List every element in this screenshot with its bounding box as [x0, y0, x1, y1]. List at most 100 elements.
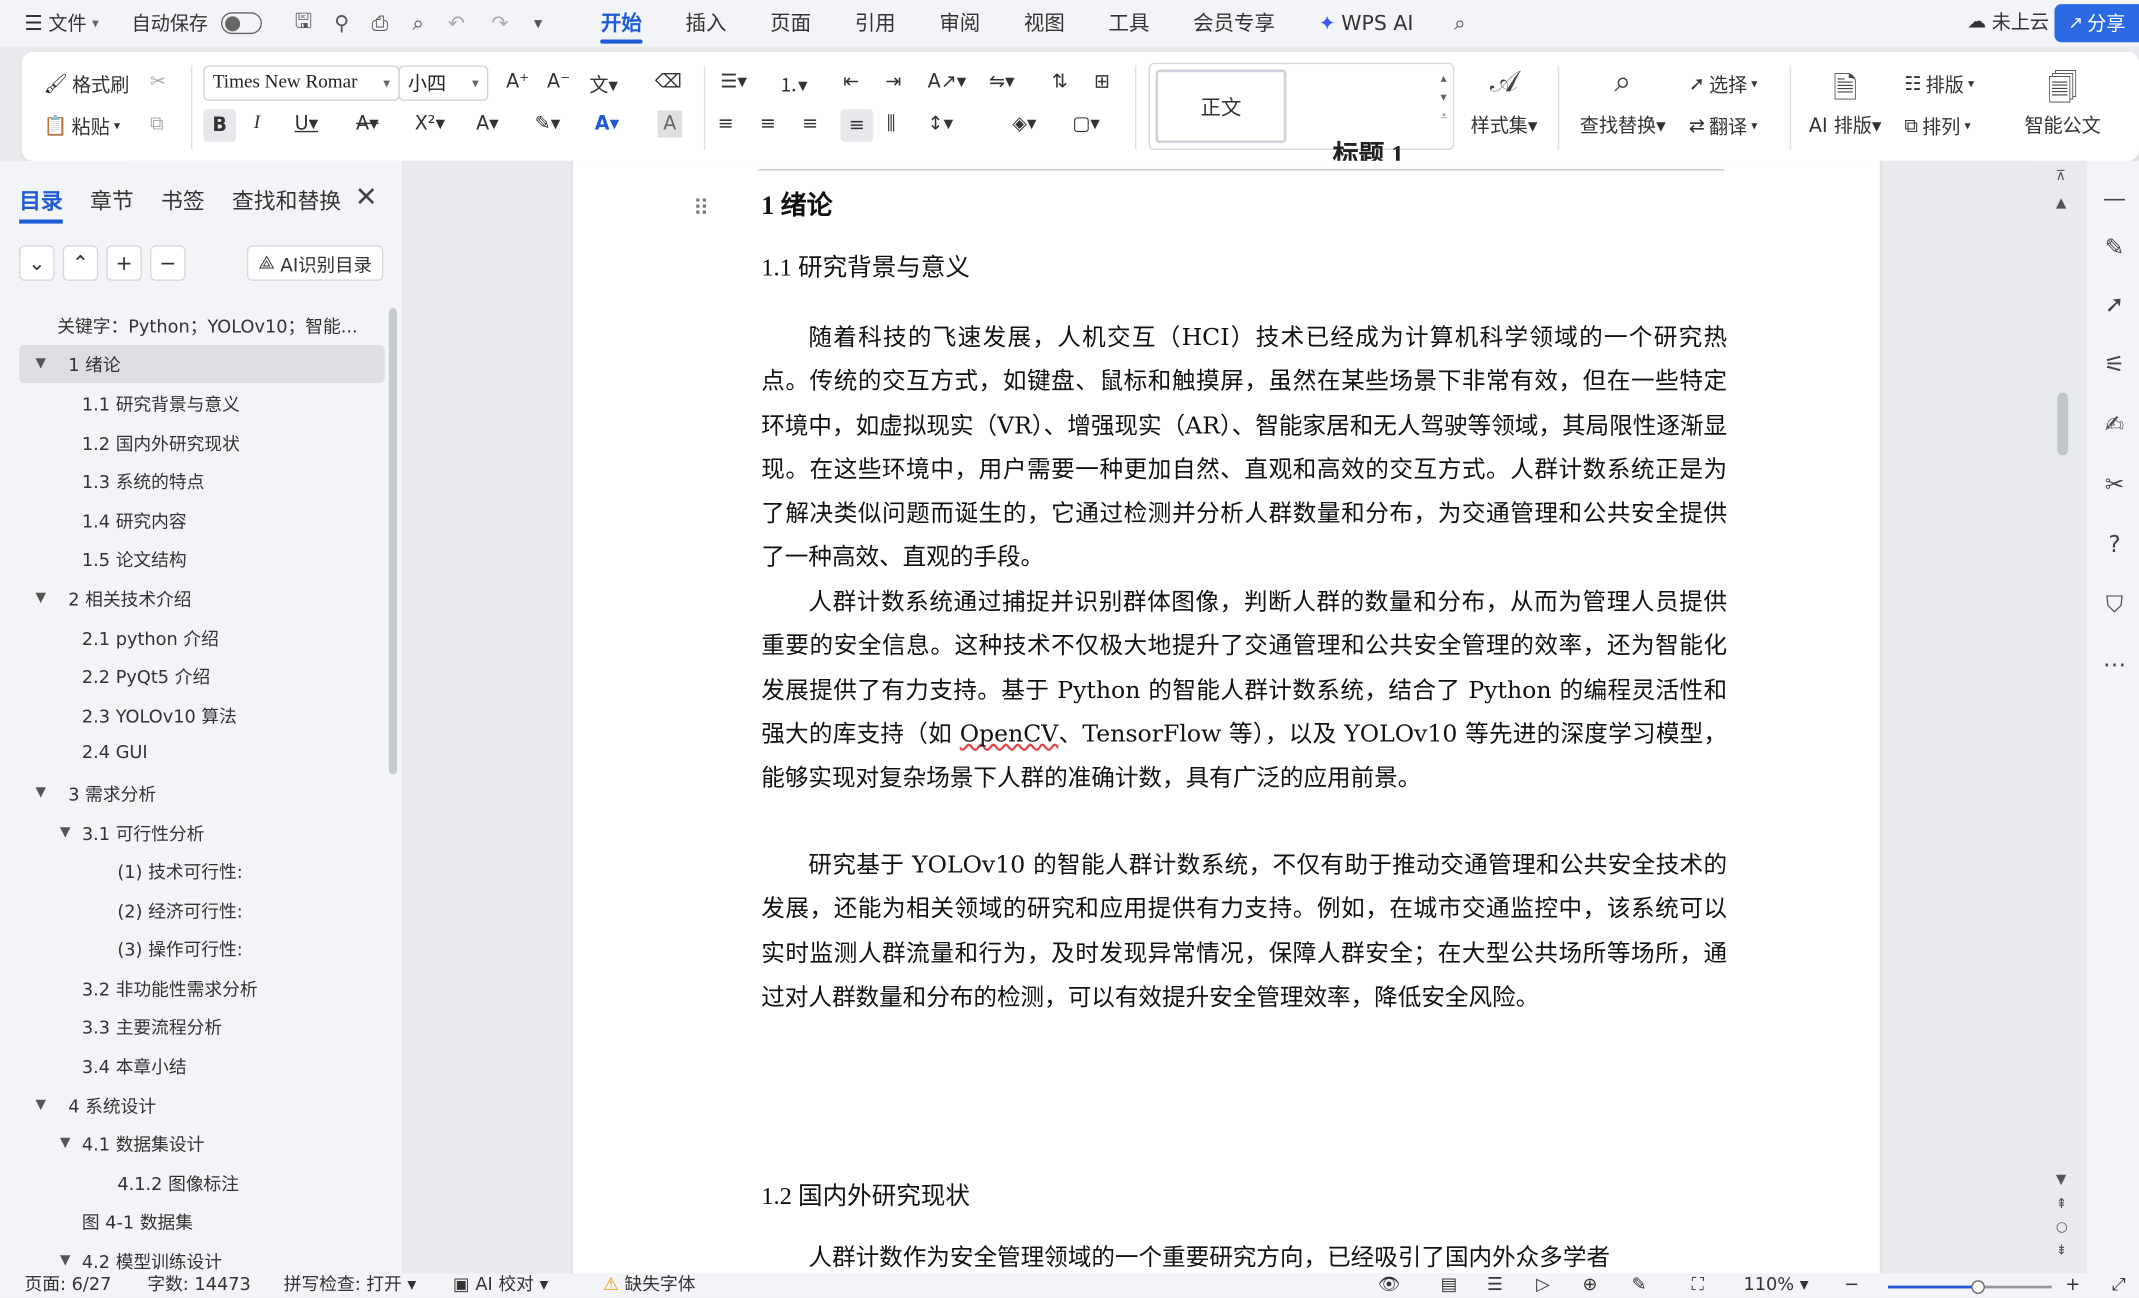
shading-icon[interactable]: ◈▾	[1012, 113, 1036, 135]
text-effect-icon[interactable]: A▾	[476, 113, 499, 135]
shrink-font-icon[interactable]: A⁻	[547, 71, 570, 93]
font-name-select[interactable]: Times New Romar ▾	[203, 65, 400, 101]
web-view-icon[interactable]: ⊕	[1582, 1273, 1597, 1298]
text-direction-icon[interactable]: A↗▾	[928, 71, 967, 93]
distributed-icon[interactable]: ⫼	[887, 113, 896, 135]
toc-item[interactable]: 2.3 YOLOv10 算法	[19, 695, 385, 734]
toc-item[interactable]: 1.5 论文结构	[19, 539, 385, 578]
grow-font-icon[interactable]: A⁺	[506, 71, 529, 93]
toc-item[interactable]: 3.4 本章小结	[19, 1046, 385, 1085]
tab-page[interactable]: 页面	[748, 0, 833, 46]
tab-wps-ai[interactable]: ✦ WPS AI	[1297, 0, 1435, 46]
ai-toc-button[interactable]: ⟁ AI识别目录	[246, 245, 384, 281]
nav-scrollbar[interactable]	[388, 308, 397, 775]
drag-handle-icon[interactable]: ⠿	[693, 195, 709, 221]
scroll-thumb[interactable]	[2057, 392, 2069, 456]
increase-indent-icon[interactable]: ⇥	[885, 71, 901, 93]
style-set-button[interactable]: 𝒜 样式集▾	[1471, 65, 1538, 139]
outline-view-icon[interactable]: ☰	[1487, 1273, 1503, 1298]
bullet-list-icon[interactable]: ☰▾	[720, 71, 747, 93]
scroll-top-icon[interactable]: ⊼	[2056, 169, 2066, 184]
arrange-button[interactable]: ⧉ 排列 ▾	[1904, 113, 1970, 140]
toc-item[interactable]: 关键字：Python；YOLOv10；智能...	[19, 305, 385, 344]
zoom-in-icon[interactable]: +	[2065, 1273, 2080, 1298]
zoom-slider-knob[interactable]	[1971, 1280, 1985, 1294]
translate-button[interactable]: ⇄ 翻译 ▾	[1689, 113, 1758, 140]
tab-home[interactable]: 开始	[579, 0, 664, 46]
toc-item[interactable]: (3) 操作可行性:	[19, 929, 385, 968]
caret-down-icon[interactable]: ▼	[35, 356, 46, 371]
tab-view[interactable]: 视图	[1002, 0, 1087, 46]
style-normal[interactable]: 正文	[1155, 69, 1287, 144]
spell-error-word[interactable]: OpenCV	[960, 721, 1059, 748]
print-icon[interactable]: ⎙	[366, 10, 393, 37]
tab-toc[interactable]: 目录	[19, 183, 63, 224]
clear-format-icon[interactable]: ⌫	[655, 71, 682, 93]
toc-item[interactable]: 图 4-1 数据集	[19, 1202, 385, 1241]
fit-width-icon[interactable]: ⛶	[1692, 1273, 1704, 1298]
missing-font-warning[interactable]: ⚠ 缺失字体	[603, 1273, 696, 1298]
show-marks-icon[interactable]: ⊞	[1094, 71, 1110, 93]
decrease-indent-icon[interactable]: ⇤	[843, 71, 859, 93]
minimize-panel-icon[interactable]: —	[2101, 185, 2128, 212]
ai-layout-button[interactable]: 🗎 AI 排版▾	[1809, 65, 1882, 139]
autosave-toggle[interactable]: 自动保存	[121, 0, 274, 46]
superscript-icon[interactable]: X²▾	[415, 113, 445, 135]
write-mode-icon[interactable]: ✎	[1632, 1273, 1647, 1298]
more-icon[interactable]: ⋯	[2101, 652, 2128, 679]
ai-check-button[interactable]: ▣ AI 校对 ▾	[453, 1273, 548, 1298]
toc-item[interactable]: ▼ 4.1 数据集设计	[19, 1124, 385, 1163]
toc-item[interactable]: (2) 经济可行性:	[19, 890, 385, 929]
tab-review[interactable]: 审阅	[917, 0, 1002, 46]
toc-item[interactable]: ▼ 1 绪论	[19, 344, 385, 384]
toc-item[interactable]: ▼ 4 系统设计	[19, 1085, 385, 1124]
page-indicator[interactable]: 页面: 6/27	[25, 1273, 112, 1298]
toc-item[interactable]: 3.2 非功能性需求分析	[19, 968, 385, 1007]
toc-item[interactable]: 1.4 研究内容	[19, 500, 385, 539]
tab-insert[interactable]: 插入	[664, 0, 749, 46]
align-center-icon[interactable]: ≡	[760, 113, 776, 135]
cut-icon[interactable]: ✂	[150, 71, 166, 93]
scroll-down-icon[interactable]: ▼	[2056, 1173, 2067, 1188]
caret-down-icon[interactable]: ▼	[35, 590, 46, 605]
tab-member[interactable]: 会员专享	[1171, 0, 1297, 46]
print-preview-icon[interactable]: ⌕	[404, 10, 431, 37]
caret-down-icon[interactable]: ▼	[35, 1097, 46, 1112]
underline-icon[interactable]: U▾	[295, 113, 319, 135]
next-page-icon[interactable]: ⇟	[2056, 1243, 2067, 1258]
char-shading-icon[interactable]: A	[657, 110, 683, 138]
toc-item[interactable]: ▼ 3.1 可行性分析	[19, 812, 385, 851]
border-icon[interactable]: ▢▾	[1072, 113, 1100, 135]
caret-down-icon[interactable]: ▼	[60, 1136, 71, 1151]
add-heading-icon[interactable]: +	[106, 245, 142, 281]
tab-sections[interactable]: 章节	[90, 183, 134, 224]
zoom-slider[interactable]	[1888, 1280, 2052, 1294]
more-quick-access-icon[interactable]: ▾	[525, 10, 552, 37]
tab-find-replace[interactable]: 查找和替换	[232, 183, 341, 224]
pointer-icon[interactable]: ➚	[2101, 292, 2128, 319]
select-button[interactable]: ➚ 选择 ▾	[1689, 71, 1758, 98]
tab-references[interactable]: 引用	[833, 0, 918, 46]
gallery-scroll-icon[interactable]: ▴ ▾ ⩡	[1440, 70, 1447, 127]
caret-down-icon[interactable]: ▼	[35, 785, 46, 800]
remove-heading-icon[interactable]: −	[150, 245, 186, 281]
numbered-list-icon[interactable]: ⒈▾	[779, 71, 808, 98]
tools-icon[interactable]: ✂	[2101, 472, 2128, 499]
chinese-layout-icon[interactable]: ⇋▾	[989, 71, 1015, 93]
eye-protection-icon[interactable]: 👁	[1378, 1273, 1401, 1298]
file-menu[interactable]: ☰ 文件 ▾	[0, 0, 110, 46]
sort-icon[interactable]: ⇅	[1052, 71, 1068, 93]
play-icon[interactable]: ▷	[1536, 1273, 1550, 1298]
toc-item[interactable]: ▼ 2 相关技术介绍	[19, 578, 385, 617]
toc-item[interactable]: 1.2 国内外研究现状	[19, 422, 385, 461]
shirt-icon[interactable]: ⛉	[2101, 592, 2128, 619]
strikethrough-icon[interactable]: A▾	[356, 113, 379, 135]
find-replace-button[interactable]: ⌕ 查找替换▾	[1580, 65, 1666, 139]
toc-item[interactable]: 2.4 GUI	[19, 734, 385, 773]
toc-item[interactable]: 1.3 系统的特点	[19, 461, 385, 500]
tab-bookmarks[interactable]: 书签	[161, 183, 205, 224]
tab-tools[interactable]: 工具	[1087, 0, 1172, 46]
phonetic-guide-icon[interactable]: 文▾	[589, 71, 618, 98]
font-size-select[interactable]: 小四 ▾	[398, 65, 489, 101]
toc-item[interactable]: 2.2 PyQt5 介绍	[19, 656, 385, 695]
